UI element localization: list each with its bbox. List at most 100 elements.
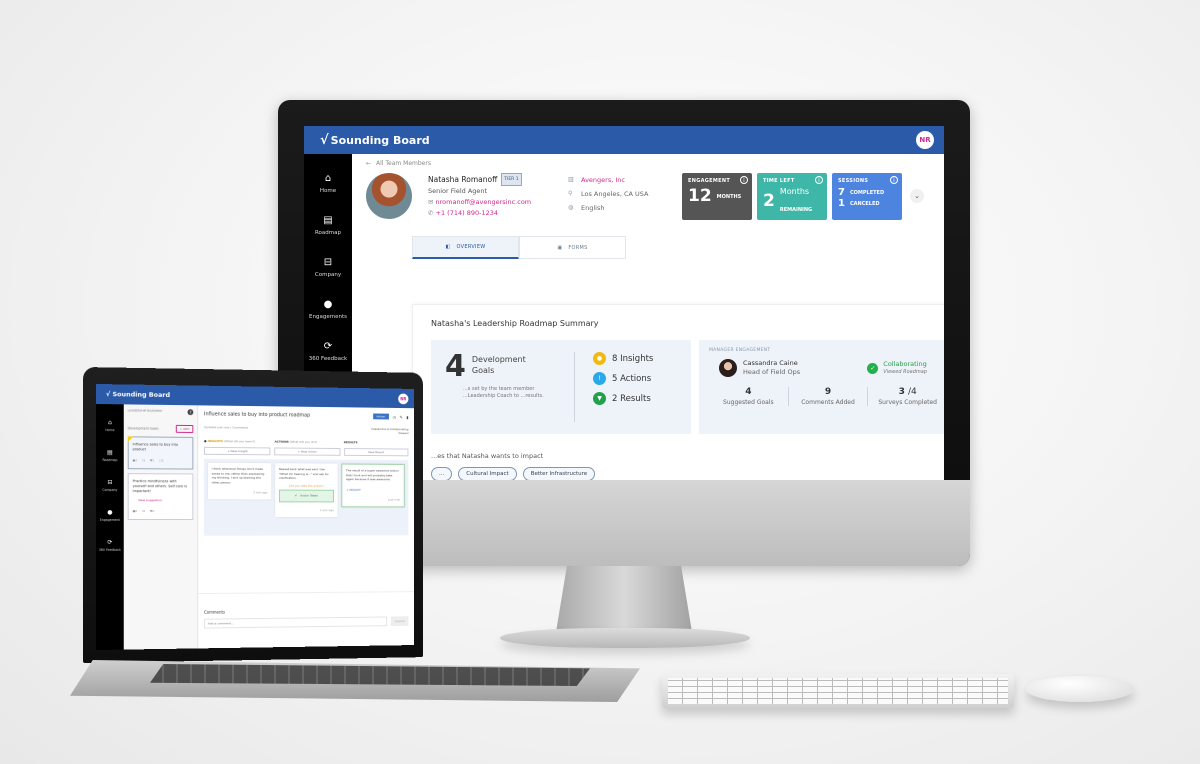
globe-icon: ◍: [568, 204, 574, 211]
location-pin-icon: ⚲: [568, 190, 573, 197]
user-avatar[interactable]: NR: [916, 131, 934, 149]
sidebar-item-label: 360 Feedback: [308, 355, 348, 362]
top-nav-bar: √ Sounding Board NR: [304, 126, 944, 154]
forms-icon: ▣: [557, 244, 563, 251]
sidebar-item-company[interactable]: ⊟ Company: [304, 246, 352, 288]
breadcrumb-link[interactable]: All Team Members: [376, 160, 431, 167]
add-insight-link[interactable]: + INSIGHT: [346, 487, 400, 492]
profile-phone[interactable]: +1 (714) 890-1234: [436, 209, 499, 217]
trash-icon[interactable]: ▮: [406, 414, 408, 419]
sidebar-item-home[interactable]: ⌂ Home: [96, 410, 124, 440]
comments-section: Comments Submit: [198, 591, 414, 649]
time-left-card: TIME LEFT i 2 Months REMAINING: [757, 173, 827, 220]
insight-card[interactable]: I think whenever things don't make sense…: [207, 462, 272, 499]
tier-badge: TIER 1: [501, 173, 522, 186]
checkmark-logo-icon: √: [320, 132, 329, 148]
check-circle-icon: ✔: [294, 493, 298, 498]
sidebar-item-home[interactable]: ⌂ Home: [304, 162, 352, 204]
profile-company[interactable]: Avengers, Inc: [581, 173, 625, 187]
sidebar-item-label: Roadmap: [314, 229, 342, 236]
add-goal-button[interactable]: + ADD: [175, 424, 194, 433]
manager-engagement-box: MANAGER ENGAGEMENT Cassandra Caine Head …: [699, 340, 944, 434]
app-logo[interactable]: √ Sounding Board: [320, 133, 430, 148]
info-icon[interactable]: i: [815, 176, 823, 184]
sessions-card: SESSIONS i 7 COMPLETED 1 CANCELED: [832, 173, 902, 220]
goal-item[interactable]: Practice mindfulness with yourself and o…: [127, 473, 194, 520]
new-result-button[interactable]: New Result: [343, 448, 409, 457]
action-dropdown-button[interactable]: Action: [372, 413, 389, 420]
trophy-icon: ▼: [593, 392, 606, 405]
building-icon: ▥: [568, 176, 574, 183]
impact-chip[interactable]: ...: [431, 467, 453, 480]
comments-link[interactable]: Comments: [232, 425, 248, 429]
refresh-icon: ⟳: [323, 340, 333, 352]
insights-count: 8 Insights: [612, 353, 654, 364]
stat-cards: ENGAGEMENT i 12 MONTHS TIME LEFT i 2 Month…: [682, 173, 902, 220]
home-icon: ⌂: [108, 418, 112, 426]
email-icon: ✉: [428, 198, 434, 206]
result-card[interactable]: The result of a super awesome action tha…: [341, 463, 405, 507]
goal-item[interactable]: Influence sales to buy into product ●1 !1…: [127, 436, 194, 470]
edit-icon[interactable]: ✎: [400, 414, 403, 419]
help-icon[interactable]: ?: [187, 409, 194, 416]
sidebar-item-label: Home: [319, 187, 337, 194]
results-count: 2 Results: [612, 393, 651, 404]
profile-title: Senior Field Agent: [428, 187, 488, 195]
sidebar-item-roadmap[interactable]: ▤ Roadmap: [96, 440, 124, 470]
sidebar-item-360-feedback[interactable]: ⟳ 360 Feedback: [304, 330, 352, 372]
history-icon[interactable]: ◷: [393, 414, 396, 419]
sidebar-item-company[interactable]: ⊟ Company: [96, 470, 124, 500]
manager-name: Cassandra Caine: [743, 359, 798, 367]
new-insight-button[interactable]: + New Insight: [204, 446, 271, 456]
app-logo[interactable]: √ Sounding Board: [106, 390, 170, 399]
profile-email[interactable]: nromanoff@avengersinc.com: [436, 198, 532, 206]
info-icon[interactable]: i: [890, 176, 898, 184]
profile-photo: [366, 173, 412, 219]
sidebar-item-roadmap[interactable]: ▤ Roadmap: [304, 204, 352, 246]
person-icon: ●: [107, 508, 113, 516]
company-icon: ⊟: [323, 256, 333, 268]
manager-avatar: [719, 359, 737, 377]
breadcrumb[interactable]: ← All Team Members: [366, 160, 930, 167]
profile-name: Natasha Romanoff: [428, 175, 498, 184]
monitor-stand: [556, 566, 692, 632]
impact-chips: ... Cultural Impact Better Infrastructur…: [431, 467, 944, 480]
laptop-screen: √ Sounding Board NR ⌂ Home ▤ Roadmap ⊟ Comp…: [96, 384, 414, 650]
new-action-button[interactable]: + New Action: [274, 447, 341, 456]
roadmap-summary-card: Natasha's Leadership Roadmap Summary 4 D…: [412, 304, 944, 480]
sidebar-item-engagements[interactable]: ● Engagements: [304, 288, 352, 330]
action-taken-button[interactable]: ✔ Action Taken: [278, 489, 334, 503]
goals-description: ...s set by the team member ...Leadershi…: [463, 386, 544, 399]
back-arrow-icon: ←: [366, 160, 372, 167]
roadmap-board: I think whenever things don't make sense…: [204, 458, 409, 536]
main-content: ← All Team Members Natasha Romanoff TIER…: [352, 154, 944, 480]
tab-forms[interactable]: ▣ FORMS: [519, 236, 626, 259]
chevron-down-icon[interactable]: ⌄: [910, 189, 924, 203]
summary-title: Natasha's Leadership Roadmap Summary: [431, 319, 599, 328]
profile-language: English: [581, 204, 605, 212]
sidebar-item-360-feedback[interactable]: ⟳ 360 Feedback: [96, 530, 124, 560]
sidebar-item-label: Engagements: [309, 313, 347, 320]
sidebar-item-engagement[interactable]: ● Engagement: [96, 500, 124, 530]
submit-comment-button[interactable]: Submit: [391, 616, 409, 627]
person-icon: ●: [323, 298, 333, 310]
profile-header: Natasha Romanoff TIER 1 Senior Field Age…: [366, 173, 930, 220]
engagement-card: ENGAGEMENT i 12 MONTHS: [682, 173, 752, 220]
mouse: [1026, 676, 1134, 702]
user-avatar[interactable]: NR: [398, 393, 409, 404]
profile-location: Los Angeles, CA USA: [581, 190, 649, 198]
tab-overview[interactable]: ◧ OVERVIEW: [412, 236, 519, 259]
impact-chip[interactable]: Cultural Impact: [458, 467, 517, 480]
overview-icon: ◧: [445, 244, 451, 250]
lightbulb-icon: ●: [593, 352, 606, 365]
roadmap-icon: ▤: [323, 214, 333, 226]
company-icon: ⊟: [107, 478, 113, 486]
action-card[interactable]: Repeat back what was said. Use "What I'm…: [275, 463, 338, 517]
refresh-icon: ⟳: [107, 538, 113, 546]
suggested-goals-stat: 4 Suggested Goals: [709, 387, 789, 406]
app-name: Sounding Board: [330, 133, 430, 147]
comment-input[interactable]: [204, 616, 388, 629]
development-goals-box: 4 Development Goals ...s set by the team …: [431, 340, 691, 434]
info-icon[interactable]: i: [740, 176, 748, 184]
impact-chip[interactable]: Better Infrastructure: [522, 467, 596, 480]
